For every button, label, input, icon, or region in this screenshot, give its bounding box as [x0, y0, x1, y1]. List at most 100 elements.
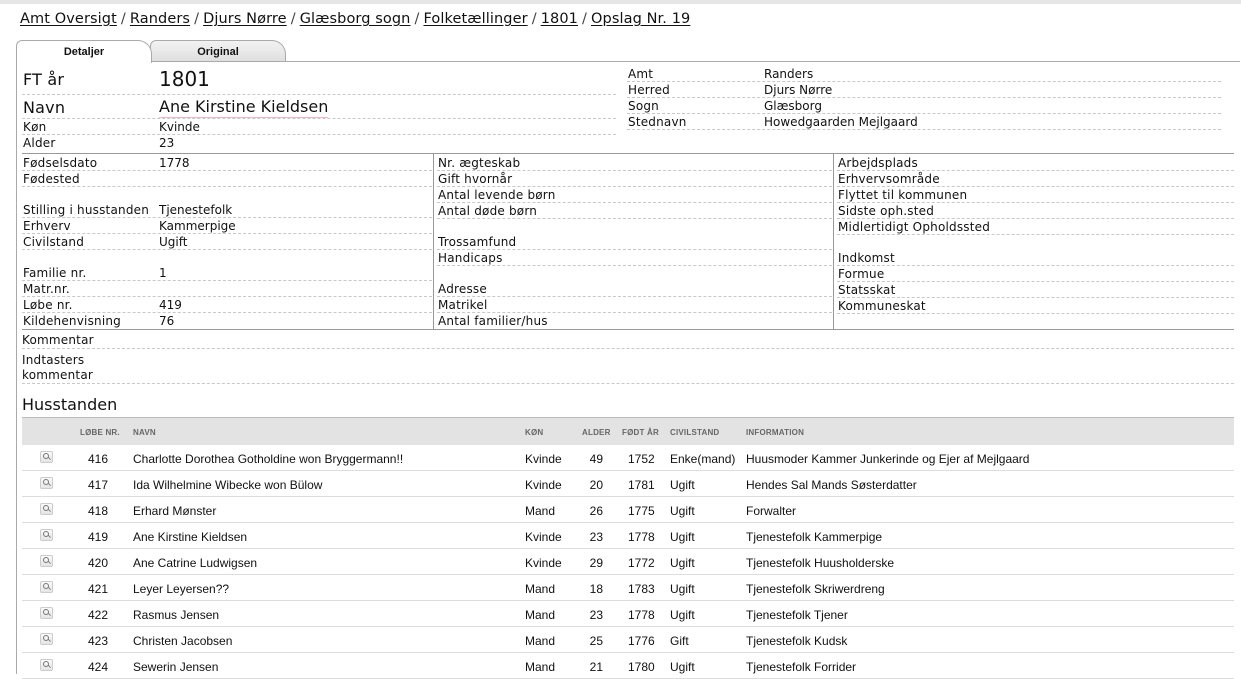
amt-label: Amt [628, 67, 654, 81]
divider [837, 265, 1234, 266]
table-row[interactable]: 416 Charlotte Dorothea Gotholdine won Bry… [22, 445, 1234, 471]
row-lobe: 419 [87, 530, 108, 544]
household-table-header: LØBE NR. NAVN KØN ALDER FØDT ÅR CIVILSTA… [22, 417, 1234, 445]
table-row[interactable]: 422 Rasmus Jensen Mand 23 1778 Ugift Tjenestef… [22, 601, 1234, 627]
breadcrumb-separator: / [582, 11, 587, 27]
table-row[interactable]: 420 Ane Catrine Ludwigsen Kvinde 29 1772 Ugif… [22, 549, 1234, 575]
row-lobe: 422 [87, 608, 108, 622]
municipal-tax-label: Kommuneskat [838, 299, 926, 313]
tab-original[interactable]: Original [150, 40, 286, 62]
zoom-icon[interactable] [40, 529, 53, 541]
zoom-icon[interactable] [40, 503, 53, 515]
divider [22, 348, 1234, 349]
row-age: 21 [589, 660, 603, 674]
divider [22, 118, 616, 119]
sex-label: Køn [23, 120, 47, 134]
row-name[interactable]: Charlotte Dorothea Gotholdine won Brygge… [133, 452, 403, 466]
last-residence-label: Sidste oph.sted [838, 204, 935, 218]
table-row[interactable]: 424 Sewerin Jensen Mand 21 1780 Ugift Tjeneste… [22, 653, 1234, 679]
birthdate-label: Fødselsdato [23, 156, 98, 170]
tab-divider [152, 61, 1240, 62]
table-row[interactable]: 419 Ane Kirstine Kieldsen Kvinde 23 1778 Ugif… [22, 523, 1234, 549]
state-tax-label: Statsskat [838, 283, 896, 297]
breadcrumb: Amt Oversigt / Randers / Djurs Nørre / Glæsbor… [20, 11, 690, 27]
column-header-info[interactable]: INFORMATION [746, 428, 804, 437]
table-row[interactable]: 423 Christen Jacobsen Mand 25 1776 Gift Tjenes… [22, 627, 1234, 653]
workplace-label: Arbejdsplads [838, 156, 918, 170]
marriage-number-label: Nr. ægteskab [438, 156, 521, 170]
zoom-icon[interactable] [40, 451, 53, 463]
lobe-number-value: 419 [159, 298, 182, 312]
breadcrumb-amt[interactable]: Randers [130, 11, 190, 27]
row-born: 1783 [628, 582, 655, 596]
row-age: 23 [589, 608, 603, 622]
row-age: 20 [589, 478, 603, 492]
row-name[interactable]: Ida Wilhelmine Wibecke won Bülow [133, 478, 322, 492]
address-label: Adresse [438, 282, 487, 296]
family-number-label: Familie nr. [23, 266, 87, 280]
family-number-value: 1 [159, 266, 167, 280]
column-header-name[interactable]: NAVN [133, 428, 156, 437]
column-header-lobe[interactable]: LØBE NR. [80, 428, 120, 437]
sogn-label: Sogn [628, 99, 659, 113]
row-info: Tjenestefolk Kudsk [746, 634, 848, 648]
breadcrumb-herred[interactable]: Djurs Nørre [203, 11, 287, 27]
row-name[interactable]: Leyer Leyersen?? [133, 582, 229, 596]
zoom-icon[interactable] [40, 633, 53, 645]
column-header-sex[interactable]: KØN [525, 428, 543, 437]
row-name[interactable]: Rasmus Jensen [133, 608, 219, 622]
occupation-value: Kammerpige [159, 219, 236, 233]
stednavn-label: Stednavn [628, 115, 687, 129]
row-age: 29 [589, 556, 603, 570]
divider [837, 202, 1234, 203]
row-info: Forwalter [746, 504, 797, 518]
household-table: LØBE NR. NAVN KØN ALDER FØDT ÅR CIVILSTA… [22, 417, 1234, 679]
divider [22, 134, 616, 135]
row-lobe: 423 [87, 634, 108, 648]
breadcrumb-separator: / [194, 11, 200, 27]
row-name[interactable]: Ane Catrine Ludwigsen [133, 556, 257, 570]
tab-details[interactable]: Detaljer [16, 40, 152, 63]
row-age: 23 [589, 530, 603, 544]
breadcrumb-sogn[interactable]: Glæsborg sogn [300, 11, 411, 27]
column-header-age[interactable]: ALDER [582, 428, 611, 437]
row-born: 1775 [628, 504, 655, 518]
comment-label: Kommentar [22, 333, 94, 347]
birthdate-value: 1778 [159, 156, 190, 170]
divider [437, 186, 832, 187]
row-civil: Ugift [670, 556, 695, 570]
row-age: 26 [589, 504, 603, 518]
breadcrumb-amt-oversigt[interactable]: Amt Oversigt [20, 11, 117, 27]
divider [627, 81, 1221, 82]
table-row[interactable]: 418 Erhard Mønster Mand 26 1775 Ugift Forwalte… [22, 497, 1234, 523]
breadcrumb-opslag[interactable]: Opslag Nr. 19 [591, 11, 690, 27]
row-civil: Ugift [670, 608, 695, 622]
column-header-civil[interactable]: CIVILSTAND [670, 428, 719, 437]
breadcrumb-separator: / [414, 11, 420, 27]
zoom-icon[interactable] [40, 607, 53, 619]
zoom-icon[interactable] [40, 659, 53, 671]
row-info: Tjenestefolk Forrider [746, 660, 857, 674]
table-row[interactable]: 417 Ida Wilhelmine Wibecke won Bülow Kvind… [22, 471, 1234, 497]
name-value: Ane Kirstine Kieldsen [159, 97, 329, 118]
table-row[interactable]: 421 Leyer Leyersen?? Mand 18 1783 Ugift Tjenes… [22, 575, 1234, 601]
row-name[interactable]: Sewerin Jensen [133, 660, 218, 674]
row-civil: Gift [670, 634, 689, 648]
living-children-label: Antal levende børn [438, 188, 556, 202]
row-name[interactable]: Erhard Mønster [133, 504, 216, 518]
zoom-icon[interactable] [40, 581, 53, 593]
sex-value: Kvinde [159, 120, 200, 134]
row-sex: Mand [525, 504, 556, 518]
column-divider [833, 153, 834, 329]
zoom-icon[interactable] [40, 477, 53, 489]
wealth-label: Formue [838, 267, 885, 281]
breadcrumb-year[interactable]: 1801 [541, 11, 578, 27]
column-header-born[interactable]: FØDT ÅR [622, 428, 659, 437]
row-name[interactable]: Ane Kirstine Kieldsen [133, 530, 247, 544]
row-info: Tjenestefolk Skriwerdreng [746, 582, 885, 596]
zoom-icon[interactable] [40, 555, 53, 567]
row-name[interactable]: Christen Jacobsen [133, 634, 232, 648]
breadcrumb-folketaellinger[interactable]: Folketællinger [423, 11, 527, 27]
row-sex: Kvinde [525, 452, 562, 466]
row-lobe: 421 [87, 582, 108, 596]
